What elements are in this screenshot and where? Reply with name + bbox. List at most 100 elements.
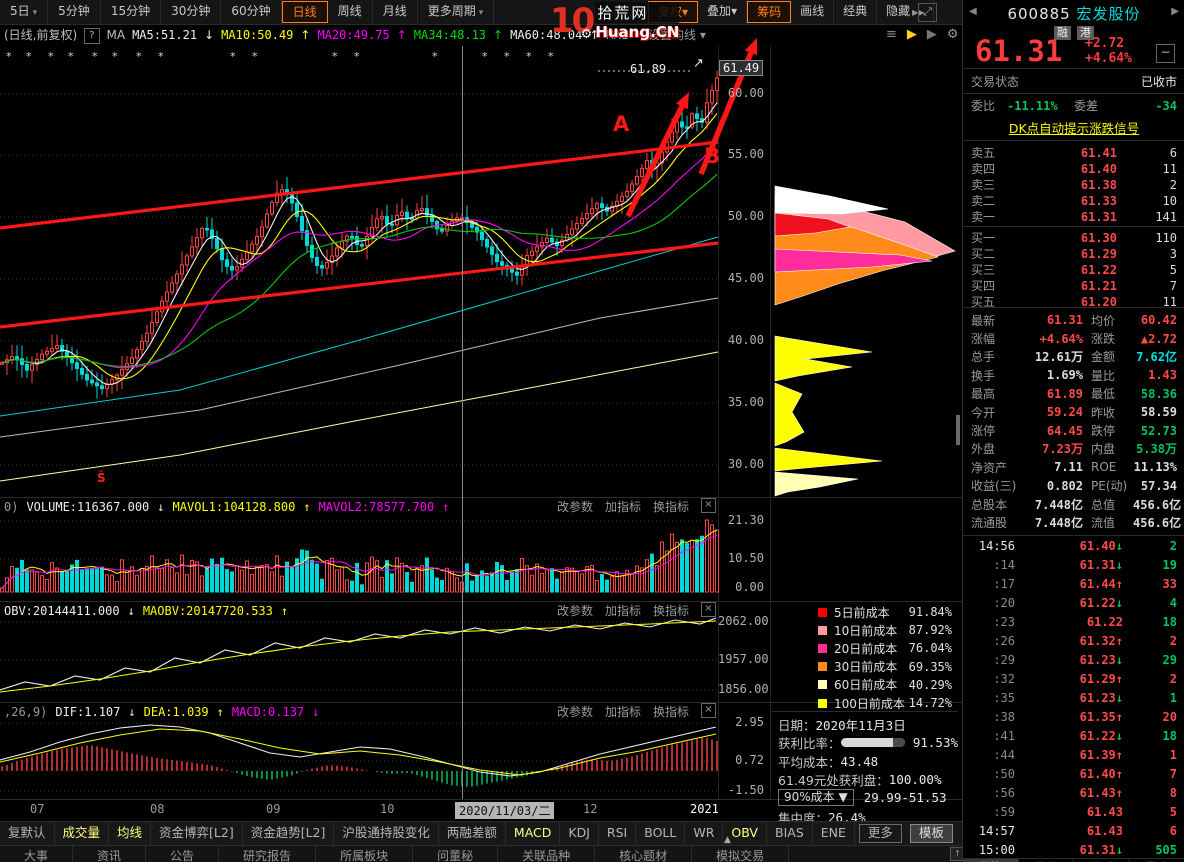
indicator-tab-BOLL[interactable]: BOLL <box>636 822 686 845</box>
chip-legend-row: 60日前成本 40.29% <box>818 676 952 694</box>
up-arrow-icon: ↑ <box>1115 671 1123 686</box>
period-tab-30分钟[interactable]: 30分钟 <box>161 0 222 24</box>
indicator-tab-均线[interactable]: 均线 <box>109 822 152 845</box>
period-tab-月线[interactable]: 月线 <box>373 0 418 24</box>
indicator-tab-复默认[interactable]: 复默认 <box>0 822 55 845</box>
event-mark-icon: * <box>526 50 532 63</box>
date-label: 08 <box>150 802 165 816</box>
up-arrow-icon: ↑ <box>1115 785 1123 800</box>
legend-color-swatch <box>818 662 827 672</box>
weibi-value: -11.11% <box>1007 98 1058 113</box>
legend-color-swatch <box>818 607 827 617</box>
event-mark-icon: * <box>48 50 54 63</box>
indicator-tab-成交量[interactable]: 成交量 <box>55 822 110 845</box>
info-tab-所属板块[interactable]: 所属板块 <box>316 846 414 862</box>
ma-value: ↑ <box>396 28 407 42</box>
axis-label: 0.00 <box>735 580 764 594</box>
help-icon[interactable]: ? <box>84 28 100 44</box>
info-tab-公告[interactable]: 公告 <box>146 846 220 862</box>
fullscreen-icon[interactable]: ⤢ <box>918 3 937 22</box>
period-tab-5日[interactable]: 5日 ▾ <box>0 0 49 24</box>
indicator-tab-KDJ[interactable]: KDJ <box>560 822 599 845</box>
draw-flag-icon[interactable]: ▶ <box>907 25 917 45</box>
indicator-tab-WR[interactable]: WR <box>685 822 724 845</box>
event-mark-icon: * <box>252 50 258 63</box>
tool-button-画线[interactable]: 画线 <box>791 0 835 24</box>
stat-row: 收益(三) 0.802 PE(动) 57.34 <box>971 478 1177 494</box>
indicator-value: DIF:1.107 <box>55 704 121 719</box>
period-tab-周线[interactable]: 周线 <box>328 0 373 24</box>
legend-label: 30日前成本 <box>834 660 898 675</box>
ma-value: ↓ <box>204 28 215 42</box>
ma-settings-dropdown[interactable]: 设置均线 ▾ <box>648 25 706 45</box>
indicator-tab-两融差额[interactable]: 两融差额 <box>439 822 506 845</box>
quote-header: ◀ 600885 宏发股份 ▶ 融港 61.31 +2.72 +4.64% − <box>963 0 1184 68</box>
pane-button-改参数[interactable]: 改参数 <box>557 498 593 515</box>
indicator-value: ↓ <box>127 603 135 618</box>
event-mark-icon: * <box>354 50 360 63</box>
indicator-tab-模板[interactable]: 模板 <box>909 824 953 843</box>
tick-row: :35 61.23↓ 1 <box>993 690 1177 705</box>
info-tab-研究报告[interactable]: 研究报告 <box>219 846 317 862</box>
tick-row: :29 61.23↓ 29 <box>993 652 1177 667</box>
info-tab-核心题材[interactable]: 核心题材 <box>595 846 693 862</box>
pane-button-加指标[interactable]: 加指标 <box>605 703 641 720</box>
high-price-label: 61.89 <box>630 62 667 76</box>
minimize-button[interactable]: − <box>1156 44 1175 63</box>
indicator-tab-ENE[interactable]: ENE <box>813 822 855 845</box>
legend-label: 5日前成本 <box>834 605 890 620</box>
event-mark-icon: * <box>504 50 510 63</box>
indicator-tab-更多[interactable]: 更多 <box>858 824 902 843</box>
list-icon[interactable]: ≡ <box>886 25 897 45</box>
period-tab-15分钟[interactable]: 15分钟 <box>101 0 162 24</box>
period-tab-5分钟[interactable]: 5分钟 <box>48 0 101 24</box>
indicator-tab-沪股通持股变化[interactable]: 沪股通持股变化 <box>334 822 439 845</box>
pane-button-改参数[interactable]: 改参数 <box>557 602 593 619</box>
info-tab-问董秘[interactable]: 问董秘 <box>413 846 499 862</box>
legend-color-swatch <box>818 698 827 708</box>
tick-row: :26 61.32↑ 2 <box>993 633 1177 648</box>
period-tab-日线[interactable]: 日线 <box>281 1 328 23</box>
close-icon[interactable]: × <box>701 602 716 617</box>
collapse-arrow-icon[interactable]: ▲ <box>724 835 731 845</box>
next-stock-button[interactable]: ▶ <box>1171 6 1179 17</box>
pane-button-加指标[interactable]: 加指标 <box>605 602 641 619</box>
indicator-tab-MACD[interactable]: MACD <box>506 822 561 845</box>
info-tab-大事[interactable]: 大事 <box>0 846 74 862</box>
ma-value: MA1 <box>606 28 629 42</box>
close-icon[interactable]: × <box>701 703 716 718</box>
tool-button-经典[interactable]: 经典 <box>834 0 878 24</box>
tool-button-叠加[interactable]: 叠加▾ <box>698 0 748 24</box>
legend-value: 76.04% <box>908 641 952 656</box>
tool-button-筹码[interactable]: 筹码 <box>747 1 792 23</box>
cursor-arrow-icon: ↗ <box>693 56 704 71</box>
close-icon[interactable]: × <box>701 498 716 513</box>
indicator-value: ↓ <box>312 704 320 719</box>
down-arrow-icon: ↓ <box>1115 842 1123 857</box>
info-tab-关联品种[interactable]: 关联品种 <box>498 846 596 862</box>
tool-button-复权[interactable]: 复权▾ <box>648 1 699 23</box>
dk-signal-link[interactable]: DK点自动提示涨跌信号 <box>963 117 1184 141</box>
period-tab-60分钟[interactable]: 60分钟 <box>221 0 282 24</box>
pane-button-换指标[interactable]: 换指标 <box>653 602 689 619</box>
indicator-tab-资金博弈[L2][interactable]: 资金博弈[L2] <box>151 822 243 845</box>
pane-button-换指标[interactable]: 换指标 <box>653 703 689 720</box>
pane-button-改参数[interactable]: 改参数 <box>557 703 593 720</box>
gear-icon[interactable]: ⚙ <box>947 25 959 45</box>
info-tab-模拟交易[interactable]: 模拟交易 <box>692 846 790 862</box>
tick-row: :38 61.35↑ 20 <box>993 709 1177 724</box>
play-icon[interactable]: ▶ <box>927 25 937 45</box>
pane-button-加指标[interactable]: 加指标 <box>605 498 641 515</box>
date-label: 12 <box>583 802 598 816</box>
indicator-value: MAVOL2:78577.700 <box>318 499 435 514</box>
period-tab-更多周期[interactable]: 更多周期 ▾ <box>418 0 495 24</box>
axis-label: 10.50 <box>727 551 764 565</box>
info-tab-资讯[interactable]: 资讯 <box>73 846 147 862</box>
ma-value: MA10:50.49 <box>221 28 294 42</box>
pane-button-换指标[interactable]: 换指标 <box>653 498 689 515</box>
indicator-tab-资金趋势[L2][interactable]: 资金趋势[L2] <box>243 822 335 845</box>
indicator-tab-RSI[interactable]: RSI <box>599 822 637 845</box>
indicator-tab-BIAS[interactable]: BIAS <box>767 822 813 845</box>
scrollbar-thumb[interactable] <box>956 415 960 445</box>
chip-legend-row: 20日前成本 76.04% <box>818 639 952 657</box>
